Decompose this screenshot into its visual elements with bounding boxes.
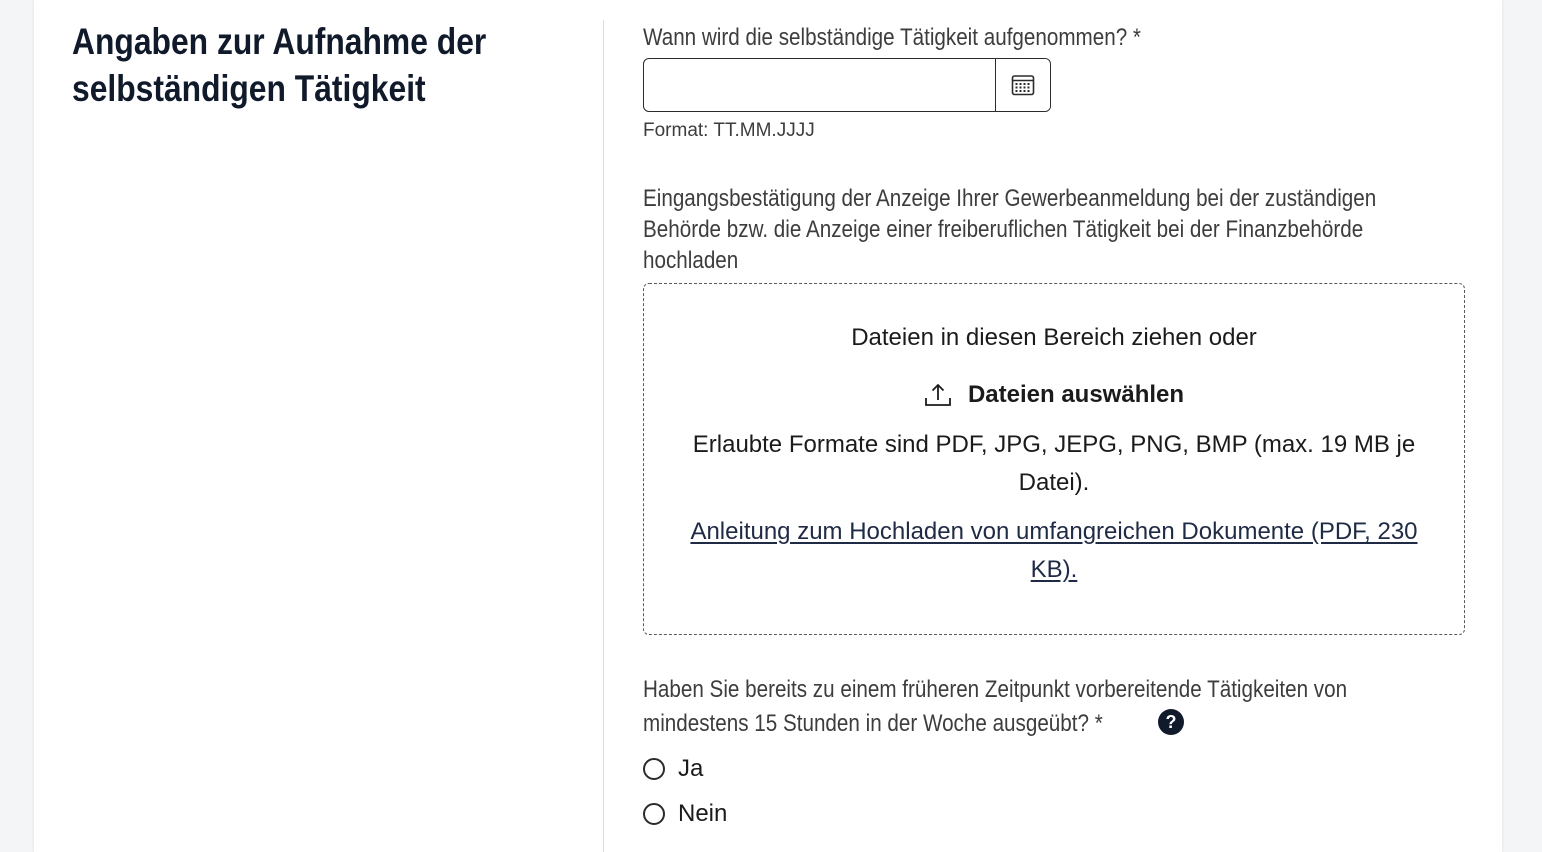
start-date-field [643, 58, 1051, 112]
allowed-formats-text: Erlaubte Formate sind PDF, JPG, JEPG, PN… [692, 431, 1416, 496]
upload-label-line-1: Eingangsbestätigung der Anzeige Ihrer Ge… [643, 185, 1377, 212]
radio-label-nein: Nein [678, 800, 728, 827]
start-date-input[interactable] [644, 59, 995, 111]
select-files-label: Dateien auswählen [967, 381, 1185, 408]
radio-option-nein[interactable]: Nein [643, 800, 727, 828]
select-files-button[interactable]: Dateien auswählen [644, 381, 1464, 409]
section-title: Angaben zur Aufnahme der selbständigen T… [72, 21, 487, 109]
prior-activity-label-line-1: Haben Sie bereits zu einem früheren Zeit… [643, 676, 1348, 703]
help-icon[interactable]: ? [1158, 709, 1184, 735]
file-dropzone[interactable]: Dateien in diesen Bereich ziehen oder Da… [643, 283, 1465, 635]
radio-button-ja[interactable] [643, 758, 665, 780]
calendar-button[interactable] [995, 59, 1050, 111]
radio-option-ja[interactable]: Ja [643, 755, 703, 783]
form-page: Angaben zur Aufnahme der selbständigen T… [34, 0, 1502, 852]
start-date-label: Wann wird die selbständige Tätigkeit auf… [643, 24, 1141, 51]
upload-guide-link[interactable]: Anleitung zum Hochladen von umfangreiche… [674, 513, 1434, 589]
column-divider [603, 20, 604, 852]
calendar-icon [1011, 75, 1035, 96]
date-format-hint: Format: TT.MM.JJJJ [643, 120, 815, 141]
upload-icon [925, 383, 951, 406]
upload-label-line-3: hochladen [643, 247, 739, 274]
radio-button-nein[interactable] [643, 803, 665, 825]
radio-label-ja: Ja [678, 755, 704, 782]
prior-activity-label-line-2: mindestens 15 Stunden in der Woche ausge… [643, 710, 1103, 737]
dropzone-text: Dateien in diesen Bereich ziehen oder [851, 324, 1257, 351]
upload-label-line-2: Behörde bzw. die Anzeige einer freiberuf… [643, 216, 1364, 243]
